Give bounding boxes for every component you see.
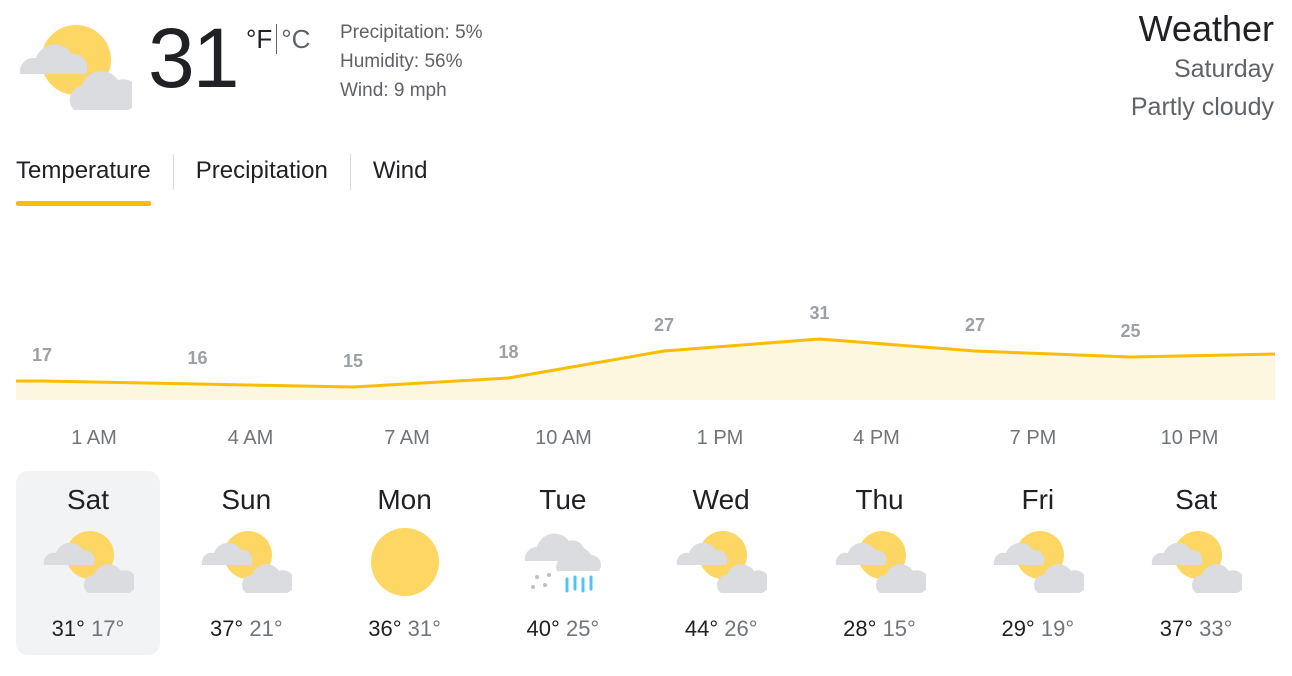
low-temp: 21° [249,616,283,641]
partly-cloudy-icon [200,527,296,597]
day-name: Sat [66,484,110,515]
day-name: Sat [1175,484,1218,515]
data-label: 25 [1120,321,1140,341]
high-temp: 28° [843,616,877,641]
day-temps: 37° 21° [174,615,318,643]
day-temps: 37° 33° [1124,615,1268,643]
tab-precipitation[interactable]: Precipitation [196,150,328,206]
day-temps: 31° 17° [16,615,160,643]
low-temp: 19° [1040,616,1075,641]
day-name: Fri [1021,484,1055,515]
day-temps: 44° 26° [649,615,793,643]
day-temps: 29° 19° [966,615,1110,643]
x-tick-label: 4 AM [228,427,274,449]
sunny-icon [359,527,451,597]
partly-cloudy-icon [19,25,132,110]
low-temp: 25° [565,616,600,641]
data-label: 16 [187,348,207,368]
low-temp: 26° [724,616,758,641]
high-temp: 44° [684,616,719,641]
snow-rain-icon [517,527,609,597]
current-stats: Precipitation: 5% Humidity: 56% Wind: 9 … [340,18,483,105]
day-card-fri[interactable]: Fri 29° 19° [966,471,1110,655]
day-name: Thu [855,484,904,515]
day-temps: 36° 31° [333,615,477,643]
high-temp: 36° [368,616,402,641]
high-temp: 37° [1159,616,1194,641]
day-name: Wed [692,484,750,515]
wind-stat: Wind: 9 mph [340,80,447,101]
day-card-wed[interactable]: Wed 44° 26° [649,471,793,655]
data-label: 27 [654,315,674,335]
chart-tabs: Temperature Precipitation Wind [16,150,428,208]
temperature-chart: 17 16 15 18 27 31 27 25 1 AM 4 AM 7 AM 10 AM 1 PM 4 P… [0,290,1292,455]
day-temps: 28° 15° [808,615,952,643]
humidity-stat: Humidity: 56% [340,51,463,72]
partly-cloudy-icon [675,527,770,597]
high-temp: 29° [1001,616,1035,641]
precipitation-stat: Precipitation: 5% [340,22,483,43]
data-label: 31 [809,303,829,323]
data-label: 27 [965,315,985,335]
low-temp: 31° [407,616,441,641]
day-card-tue[interactable]: Tue 40° 25° [491,471,635,655]
x-tick-label: 10 PM [1161,427,1219,449]
day-card-thu[interactable]: Thu 28° 15° [808,471,952,655]
high-temp: 31° [51,616,85,641]
data-label: 17 [32,345,52,365]
day-card-mon[interactable]: Mon 36° 31° [333,471,477,655]
high-temp: 37° [209,616,244,641]
partly-cloudy-icon [834,527,929,597]
tab-divider [349,154,351,190]
low-temp: 33° [1199,616,1233,641]
partly-cloudy-icon [992,527,1087,597]
data-label: 15 [343,351,363,371]
day-temps: 40° 25° [491,615,635,643]
high-temp: 40° [526,616,560,641]
data-label: 18 [498,342,518,362]
day-name: Mon [377,484,432,515]
unit-divider [276,24,278,54]
unit-fahrenheit-button[interactable]: °F [246,24,272,54]
day-name: Tue [539,484,587,515]
tab-temperature[interactable]: Temperature [16,150,151,206]
current-temperature: 31 [148,11,239,105]
low-temp: 15° [882,616,916,641]
daily-forecast: Sat 31° 17° Sun 37° 21° Mon 36° 31° Tue 40° 25°… [16,471,1278,655]
day-name: Sun [221,484,272,515]
tab-wind[interactable]: Wind [373,150,428,206]
x-tick-label: 7 AM [384,427,430,449]
weather-header: Weather Saturday Partly cloudy [1131,8,1274,126]
x-tick-label: 4 PM [853,427,900,449]
current-condition: Partly cloudy [1130,93,1274,121]
current-day: Saturday [1173,55,1274,83]
day-card-sat[interactable]: Sat 31° 17° [16,471,160,655]
x-tick-label: 1 PM [697,427,744,449]
x-tick-label: 7 PM [1010,427,1057,449]
partly-cloudy-icon [42,527,137,597]
day-card-sun[interactable]: Sun 37° 21° [174,471,318,655]
unit-celsius-button[interactable]: °C [281,24,310,54]
day-card-sat[interactable]: Sat 37° 33° [1124,471,1268,655]
unit-toggle: °F °C [246,24,310,54]
partly-cloudy-icon [1150,527,1245,597]
page-title: Weather [1138,8,1274,49]
tab-divider [172,154,174,190]
x-tick-label: 10 AM [535,427,592,449]
temperature-chart-svg: 17 16 15 18 27 31 27 25 1 AM 4 AM 7 AM 10 AM 1 PM 4 P… [16,303,1276,449]
low-temp: 17° [91,616,125,641]
x-tick-label: 1 AM [71,427,117,449]
